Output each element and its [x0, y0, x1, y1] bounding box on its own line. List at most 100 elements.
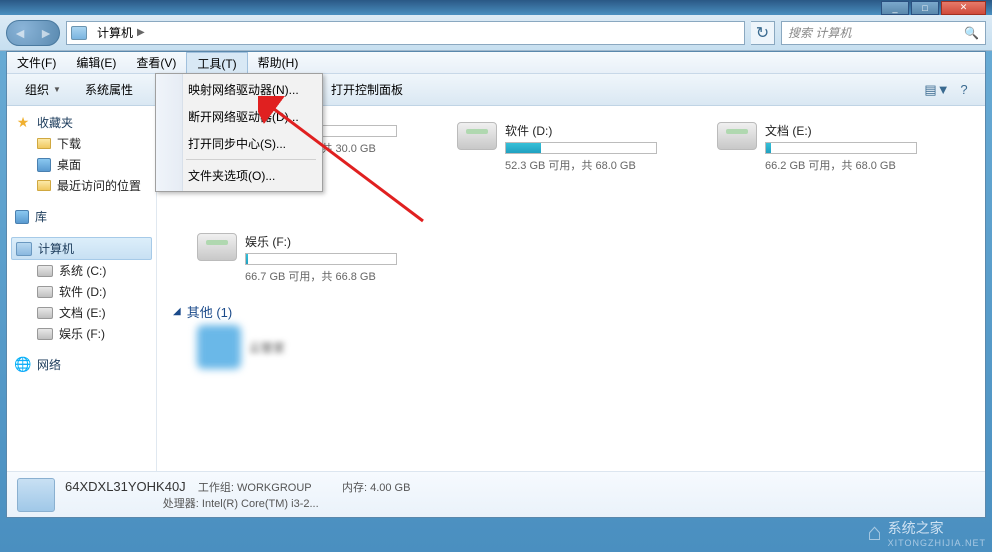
menu-disconnect-network-drive[interactable]: 断开网络驱动器(D)...: [158, 103, 320, 130]
details-workgroup-value: WORKGROUP: [237, 482, 311, 494]
drive-usage-bar: [245, 253, 397, 265]
sidebar-item-label: 文档 (E:): [59, 304, 106, 321]
star-icon: ★: [15, 115, 31, 131]
maximize-button[interactable]: □: [911, 1, 939, 15]
drive-icon: [717, 122, 757, 150]
drive-item[interactable]: 文档 (E:) 66.2 GB 可用，共 68.0 GB: [717, 122, 917, 173]
close-button[interactable]: ✕: [941, 1, 986, 15]
details-memory-value: 4.00 GB: [370, 482, 410, 494]
menu-separator: [186, 159, 316, 160]
watermark-brand: 系统之家: [888, 520, 944, 536]
sidebar-item-label: 系统 (C:): [59, 262, 106, 279]
drive-item[interactable]: 娱乐 (F:) 66.7 GB 可用，共 66.8 GB: [197, 233, 397, 284]
refresh-button[interactable]: ↻: [751, 21, 775, 45]
breadcrumb-computer[interactable]: 计算机: [93, 24, 137, 41]
cmd-organize[interactable]: 组织 ▼: [15, 78, 71, 102]
drive-free-text: 66.2 GB 可用，共 68.0 GB: [765, 157, 917, 173]
menu-edit[interactable]: 编辑(E): [66, 52, 126, 73]
navigation-pane: ★收藏夹 下载 桌面 最近访问的位置 库 计算机 系统 (C:) 软件 (D:)…: [7, 106, 157, 471]
cmd-organize-label: 组织: [25, 81, 49, 98]
sidebar-item-drive-c[interactable]: 系统 (C:): [11, 260, 152, 281]
drive-icon: [37, 328, 53, 340]
drive-icon: [37, 307, 53, 319]
watermark-sub: XITONGZHIJIA.NET: [888, 538, 986, 548]
details-cpu-value: Intel(R) Core(TM) i3-2...: [202, 498, 319, 510]
cmd-open-control-panel[interactable]: 打开控制面板: [321, 78, 413, 102]
details-pane: 64XDXL31YOHK40J 工作组: WORKGROUP 内存: 4.00 …: [7, 471, 985, 517]
view-mode-button[interactable]: ▤▼: [924, 78, 950, 102]
help-button[interactable]: ?: [951, 78, 977, 102]
details-cpu-label: 处理器:: [163, 498, 199, 510]
watermark: ⌂ 系统之家 XITONGZHIJIA.NET: [867, 518, 986, 548]
sidebar-item-downloads[interactable]: 下载: [11, 133, 152, 154]
sidebar-favorites[interactable]: ★收藏夹: [11, 112, 152, 133]
folder-icon: [37, 180, 51, 191]
search-placeholder: 搜索 计算机: [788, 24, 851, 41]
folder-icon: [37, 138, 51, 149]
menu-folder-options[interactable]: 文件夹选项(O)...: [158, 162, 320, 189]
sidebar-computer-label: 计算机: [38, 240, 74, 257]
sidebar-item-label: 软件 (D:): [59, 283, 106, 300]
network-icon: 🌐: [15, 357, 31, 373]
menu-help[interactable]: 帮助(H): [248, 52, 309, 73]
minimize-button[interactable]: _: [881, 1, 909, 15]
details-name: 64XDXL31YOHK40J: [65, 479, 186, 494]
menu-file[interactable]: 文件(F): [7, 52, 66, 73]
sidebar-item-drive-f[interactable]: 娱乐 (F:): [11, 323, 152, 344]
sidebar-item-label: 桌面: [57, 156, 81, 173]
computer-icon: [16, 242, 32, 256]
disclosure-triangle-icon: ◢: [173, 306, 181, 317]
menubar: 文件(F) 编辑(E) 查看(V) 工具(T) 帮助(H) 映射网络驱动器(N)…: [7, 52, 985, 74]
command-bar: 组织 ▼ 系统属性 打开控制面板 ▤▼ ?: [7, 74, 985, 106]
chevron-down-icon: ▼: [53, 85, 61, 94]
explorer-body: ★收藏夹 下载 桌面 最近访问的位置 库 计算机 系统 (C:) 软件 (D:)…: [7, 106, 985, 471]
menu-tools[interactable]: 工具(T): [186, 52, 247, 73]
details-workgroup-label: 工作组:: [198, 482, 234, 494]
sidebar-item-label: 下载: [57, 135, 81, 152]
computer-large-icon: [17, 478, 55, 512]
sidebar-item-drive-e[interactable]: 文档 (E:): [11, 302, 152, 323]
other-item-label: 云管家: [249, 339, 285, 356]
library-icon: [15, 210, 29, 224]
sidebar-libraries[interactable]: 库: [11, 206, 152, 227]
drive-free-text: 52.3 GB 可用，共 68.0 GB: [505, 157, 657, 173]
sidebar-item-drive-d[interactable]: 软件 (D:): [11, 281, 152, 302]
drive-free-text: 66.7 GB 可用，共 66.8 GB: [245, 268, 397, 284]
sidebar-network-label: 网络: [37, 356, 61, 373]
sidebar-item-label: 娱乐 (F:): [59, 325, 105, 342]
drive-name: 娱乐 (F:): [245, 233, 397, 250]
drive-name: 文档 (E:): [765, 122, 917, 139]
explorer-window: 文件(F) 编辑(E) 查看(V) 工具(T) 帮助(H) 映射网络驱动器(N)…: [6, 51, 986, 518]
back-icon[interactable]: ◄: [13, 25, 27, 41]
chevron-right-icon[interactable]: ▶: [137, 27, 145, 38]
cmd-system-properties[interactable]: 系统属性: [75, 78, 143, 102]
nav-back-forward[interactable]: ◄ ►: [6, 20, 60, 46]
sidebar-network[interactable]: 🌐 网络: [11, 354, 152, 375]
search-icon: 🔍: [964, 26, 979, 40]
drive-name: 软件 (D:): [505, 122, 657, 139]
drive-icon: [37, 265, 53, 277]
address-box[interactable]: 计算机 ▶: [66, 21, 745, 45]
window-titlebar: _ □ ✕: [0, 0, 992, 15]
other-item[interactable]: 云管家: [197, 325, 397, 369]
search-input[interactable]: 搜索 计算机 🔍: [781, 21, 986, 45]
menu-map-network-drive[interactable]: 映射网络驱动器(N)...: [158, 76, 320, 103]
drive-usage-bar: [505, 142, 657, 154]
sidebar-item-recent[interactable]: 最近访问的位置: [11, 175, 152, 196]
sidebar-computer[interactable]: 计算机: [11, 237, 152, 260]
sidebar-item-desktop[interactable]: 桌面: [11, 154, 152, 175]
section-other[interactable]: ◢ 其他 (1): [173, 298, 969, 325]
forward-icon[interactable]: ►: [39, 25, 53, 41]
section-other-label: 其他 (1): [187, 302, 233, 321]
desktop-icon: [37, 158, 51, 172]
drive-icon: [37, 286, 53, 298]
drive-usage-bar: [765, 142, 917, 154]
drive-item[interactable]: 软件 (D:) 52.3 GB 可用，共 68.0 GB: [457, 122, 657, 173]
address-bar-row: ◄ ► 计算机 ▶ ↻ 搜索 计算机 🔍: [0, 15, 992, 51]
computer-icon: [71, 26, 87, 40]
menu-open-sync-center[interactable]: 打开同步中心(S)...: [158, 130, 320, 157]
tools-dropdown: 映射网络驱动器(N)... 断开网络驱动器(D)... 打开同步中心(S)...…: [155, 73, 323, 192]
sidebar-item-label: 最近访问的位置: [57, 177, 141, 194]
chevron-down-icon: ▼: [937, 82, 950, 97]
menu-view[interactable]: 查看(V): [126, 52, 186, 73]
